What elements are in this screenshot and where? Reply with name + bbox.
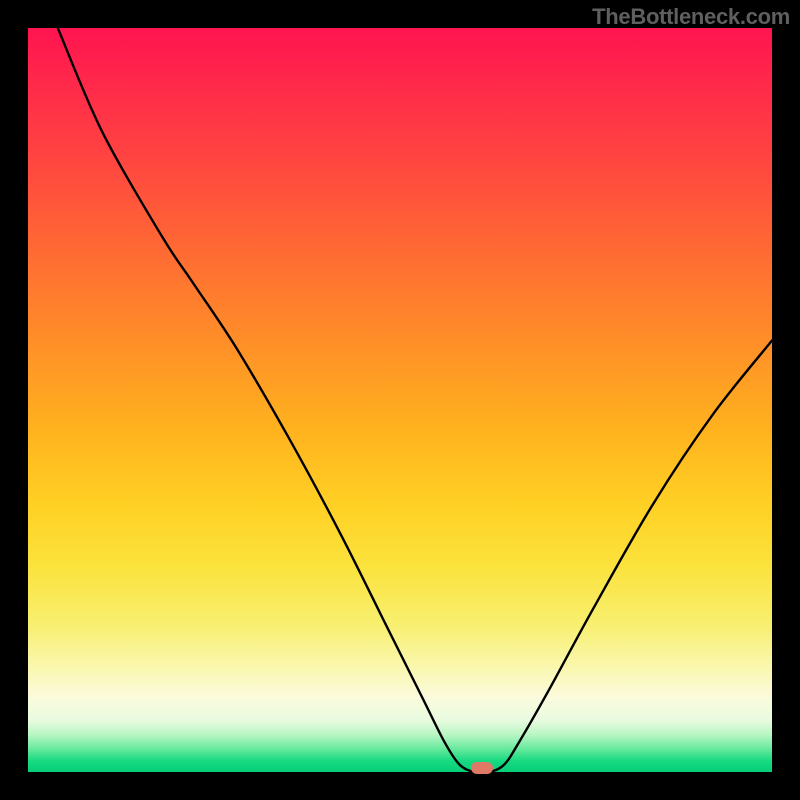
- chart-frame: TheBottleneck.com: [0, 0, 800, 800]
- plot-area: [28, 28, 772, 772]
- bottleneck-curve: [28, 28, 772, 772]
- watermark-text: TheBottleneck.com: [592, 4, 790, 30]
- optimal-point-marker: [471, 762, 493, 774]
